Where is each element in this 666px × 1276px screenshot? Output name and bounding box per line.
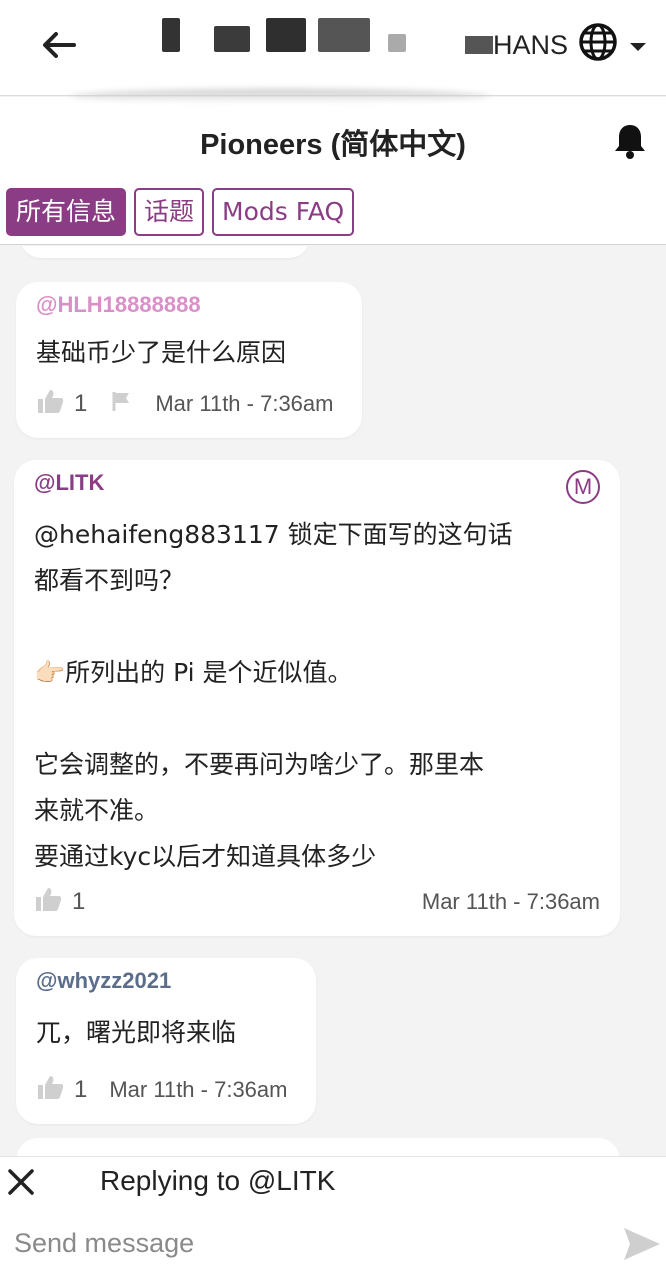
redacted-username (318, 18, 370, 52)
message-bubble[interactable]: @LITK M @hehaifeng883117 锁定下面写的这句话 都看不到吗… (14, 460, 620, 936)
like-count: 1 (74, 390, 88, 417)
redacted-username (214, 26, 250, 52)
message-input[interactable] (12, 1220, 592, 1266)
top-bar: HANS (0, 0, 666, 96)
tab-mods-faq[interactable]: Mods FAQ (212, 188, 355, 236)
message-bubble-partial (16, 1138, 620, 1156)
send-icon[interactable] (622, 1226, 662, 1262)
message-feed[interactable]: @HLH18888888 基础币少了是什么原因 1 Mar 11th - 7:3… (0, 246, 666, 1156)
message-bubble[interactable]: @whyzz2021 兀，曙光即将来临 1 Mar 11th - 7:36am (16, 958, 316, 1124)
message-meta: 1 Mar 11th - 7:36am (36, 1074, 287, 1106)
globe-icon (578, 22, 618, 69)
redacted-username (388, 34, 406, 52)
message-composer (0, 1208, 666, 1276)
message-meta: 1 Mar 11th - 7:36am (36, 388, 333, 420)
message-bubble[interactable]: @HLH18888888 基础币少了是什么原因 1 Mar 11th - 7:3… (16, 282, 362, 438)
like-count: 1 (74, 1076, 88, 1103)
message-sender[interactable]: @whyzz2021 (36, 968, 171, 994)
redacted-language (465, 35, 494, 54)
language-selector[interactable]: HANS (465, 22, 648, 68)
redacted-username (162, 18, 180, 52)
thumbs-up-icon[interactable] (34, 886, 62, 918)
message-text: 兀，曙光即将来临 (36, 1018, 237, 1047)
thumbs-up-icon[interactable] (36, 388, 64, 420)
message-text: 基础币少了是什么原因 (36, 338, 287, 367)
message-sender[interactable]: @HLH18888888 (36, 292, 201, 318)
close-icon[interactable] (6, 1167, 36, 1197)
header-shadow (70, 89, 490, 103)
tab-topics[interactable]: 话题 (134, 188, 205, 236)
message-timestamp: Mar 11th - 7:36am (109, 1077, 288, 1102)
like-count: 1 (72, 888, 86, 915)
replying-to-label: Replying to @LITK (100, 1165, 336, 1196)
message-timestamp: Mar 11th - 7:36am (421, 889, 600, 914)
message-meta: 1 Mar 11th - 7:36am (34, 886, 600, 918)
tab-bar: 所有信息 话题 Mods FAQ (6, 188, 355, 236)
message-sender[interactable]: @LITK (34, 470, 104, 496)
redacted-username (266, 18, 306, 52)
message-text: @hehaifeng883117 锁定下面写的这句话 都看不到吗？ 👉🏻所列出的… (34, 520, 513, 871)
channel-header: Pioneers (简体中文) 所有信息 话题 Mods FAQ (0, 89, 666, 245)
tab-all-messages[interactable]: 所有信息 (6, 188, 127, 236)
moderator-badge: M (566, 470, 600, 504)
thumbs-up-icon[interactable] (36, 1074, 64, 1106)
back-arrow-icon[interactable] (36, 22, 82, 68)
chevron-down-icon (628, 30, 648, 61)
reply-bar: Replying to @LITK (0, 1156, 666, 1208)
bell-icon[interactable] (610, 121, 650, 161)
message-bubble-partial (20, 246, 310, 258)
message-timestamp: Mar 11th - 7:36am (155, 391, 334, 416)
language-label: HANS (492, 29, 568, 60)
flag-icon[interactable] (111, 390, 133, 418)
channel-title: Pioneers (简体中文) (200, 129, 466, 161)
